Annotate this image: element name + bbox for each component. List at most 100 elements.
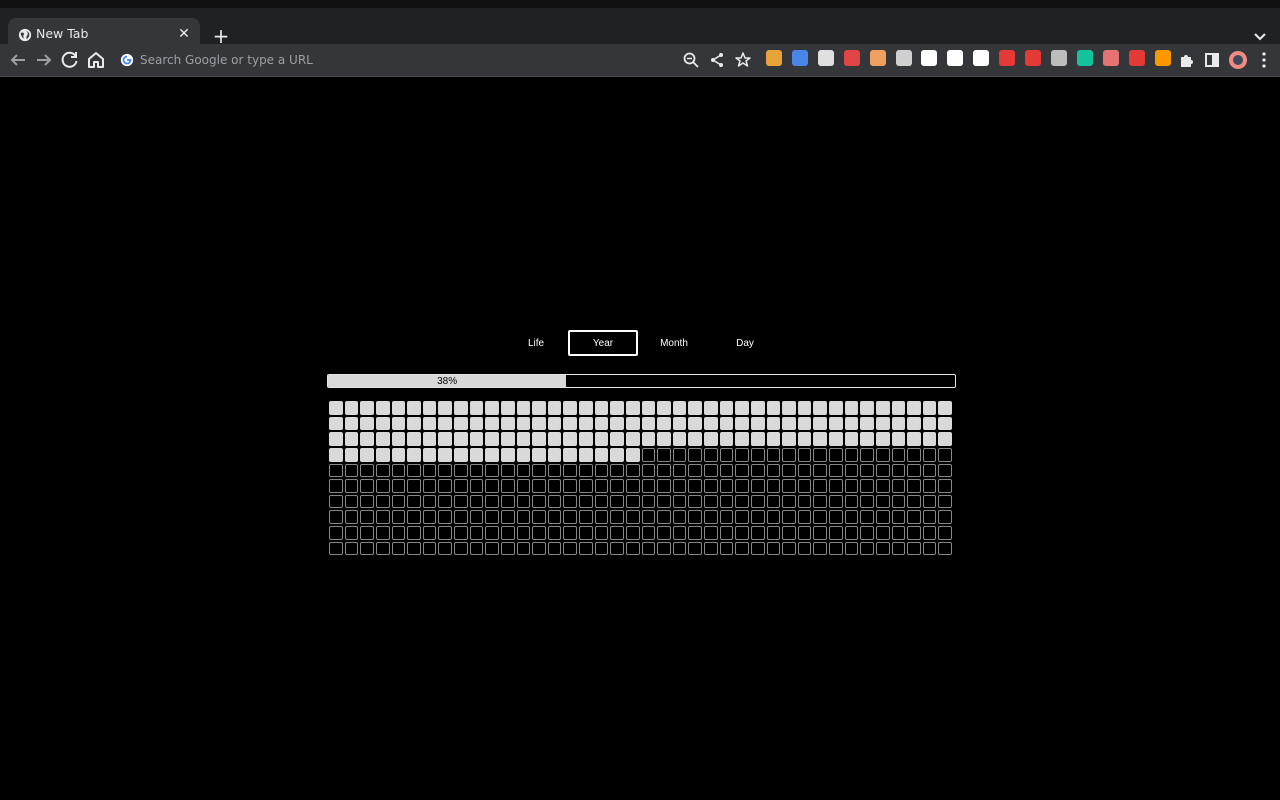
grid-cell bbox=[625, 432, 640, 446]
back-icon[interactable] bbox=[6, 48, 30, 72]
grid-cell bbox=[735, 494, 749, 509]
grid-cell bbox=[485, 541, 499, 556]
close-tab-icon[interactable]: ✕ bbox=[176, 26, 192, 42]
omnibox[interactable] bbox=[112, 46, 672, 74]
r-extension-icon[interactable] bbox=[947, 50, 964, 66]
grid-cell bbox=[938, 479, 953, 493]
grid-cell bbox=[641, 401, 656, 415]
tab-life[interactable]: Life bbox=[502, 331, 570, 355]
menu-icon[interactable] bbox=[1252, 48, 1276, 72]
tab-month[interactable]: Month bbox=[640, 331, 708, 355]
grid-cell bbox=[563, 541, 578, 556]
avatar[interactable] bbox=[1226, 48, 1250, 72]
shield-extension-icon[interactable] bbox=[843, 50, 860, 66]
omnibox-input[interactable] bbox=[140, 46, 660, 74]
grid-cell bbox=[797, 416, 812, 431]
grid-cell bbox=[516, 432, 531, 446]
grid-cell bbox=[735, 416, 749, 431]
notion-extension-icon[interactable] bbox=[973, 50, 990, 66]
grid-cell bbox=[532, 463, 546, 478]
grid-cell bbox=[454, 494, 468, 509]
grid-cell bbox=[391, 494, 406, 509]
grid-cell bbox=[688, 541, 703, 556]
instapaper-extension-icon[interactable] bbox=[921, 50, 938, 66]
grid-cell bbox=[422, 541, 437, 556]
grid-cell bbox=[922, 494, 937, 509]
zoom-icon[interactable] bbox=[679, 48, 703, 72]
grid-cell bbox=[938, 510, 953, 525]
puzzle-color-extension-icon[interactable] bbox=[766, 50, 782, 66]
grid-cell bbox=[485, 432, 499, 446]
grid-cell bbox=[610, 526, 624, 540]
tab-day[interactable]: Day bbox=[711, 331, 779, 355]
grid-cell bbox=[797, 526, 812, 540]
grid-cell bbox=[579, 510, 593, 525]
red-play-extension-icon[interactable] bbox=[999, 50, 1016, 66]
grammarly-extension-icon[interactable] bbox=[1076, 50, 1093, 66]
grid-cell bbox=[391, 463, 406, 478]
grid-cell bbox=[407, 416, 421, 431]
firefox-like-extension-icon[interactable] bbox=[1154, 50, 1171, 66]
orange-extension-icon[interactable] bbox=[869, 50, 886, 66]
white-card-extension-icon[interactable] bbox=[817, 50, 834, 66]
grid-cell bbox=[344, 541, 359, 556]
grid-cell bbox=[704, 541, 718, 556]
grid-cell bbox=[375, 526, 390, 540]
grid-cell bbox=[469, 432, 484, 446]
grid-cell bbox=[532, 447, 546, 462]
grid-cell bbox=[907, 447, 921, 462]
grid-cell bbox=[860, 526, 874, 540]
reload-icon[interactable] bbox=[58, 48, 82, 72]
grid-cell bbox=[735, 463, 749, 478]
grid-cell bbox=[391, 541, 406, 556]
star-icon[interactable] bbox=[731, 48, 755, 72]
grid-cell bbox=[719, 463, 734, 478]
grid-cell bbox=[750, 526, 765, 540]
grid-cell bbox=[625, 447, 640, 462]
grid-cell bbox=[579, 463, 593, 478]
grid-cell bbox=[500, 479, 515, 493]
grid-cell bbox=[766, 401, 781, 415]
grid-cell bbox=[454, 463, 468, 478]
share-icon[interactable] bbox=[705, 48, 729, 72]
grid-cell bbox=[688, 463, 703, 478]
grid-cell bbox=[391, 447, 406, 462]
extensions-puzzle-icon[interactable] bbox=[1175, 48, 1199, 72]
grid-cell bbox=[563, 416, 578, 431]
grid-cell bbox=[672, 432, 687, 446]
grid-cell bbox=[594, 479, 609, 493]
grid-cell bbox=[469, 494, 484, 509]
blue-extension-icon[interactable] bbox=[791, 50, 808, 66]
grid-cell bbox=[547, 447, 562, 462]
grid-cell bbox=[360, 416, 374, 431]
red-dots-extension-icon[interactable] bbox=[1128, 50, 1145, 66]
stop-hand-extension-icon[interactable] bbox=[1025, 50, 1041, 66]
forward-icon[interactable] bbox=[32, 48, 56, 72]
grid-cell bbox=[391, 401, 406, 415]
grid-cell bbox=[813, 416, 828, 431]
grid-cell bbox=[391, 526, 406, 540]
grid-cell bbox=[672, 526, 687, 540]
grid-cell bbox=[532, 432, 546, 446]
grid-cell bbox=[610, 479, 624, 493]
grid-cell bbox=[719, 494, 734, 509]
grid-cell bbox=[750, 541, 765, 556]
side-panel-icon[interactable] bbox=[1200, 48, 1224, 72]
arc-extension-icon[interactable] bbox=[1102, 50, 1119, 66]
grid-cell bbox=[829, 510, 843, 525]
grid-cell bbox=[813, 494, 828, 509]
tab-year[interactable]: Year bbox=[568, 330, 638, 356]
home-icon[interactable] bbox=[84, 48, 108, 72]
grid-cell bbox=[829, 479, 843, 493]
grid-cell bbox=[485, 479, 499, 493]
grid-cell bbox=[735, 432, 749, 446]
grid-cell bbox=[891, 541, 906, 556]
grid-cell bbox=[391, 479, 406, 493]
gray-extension-icon[interactable] bbox=[1050, 50, 1067, 66]
grid-cell bbox=[610, 401, 624, 415]
grid-cell bbox=[860, 432, 874, 446]
grid-cell bbox=[360, 463, 374, 478]
grid-cell bbox=[844, 463, 859, 478]
grid-cell bbox=[766, 541, 781, 556]
screen-extension-icon[interactable] bbox=[895, 50, 912, 66]
